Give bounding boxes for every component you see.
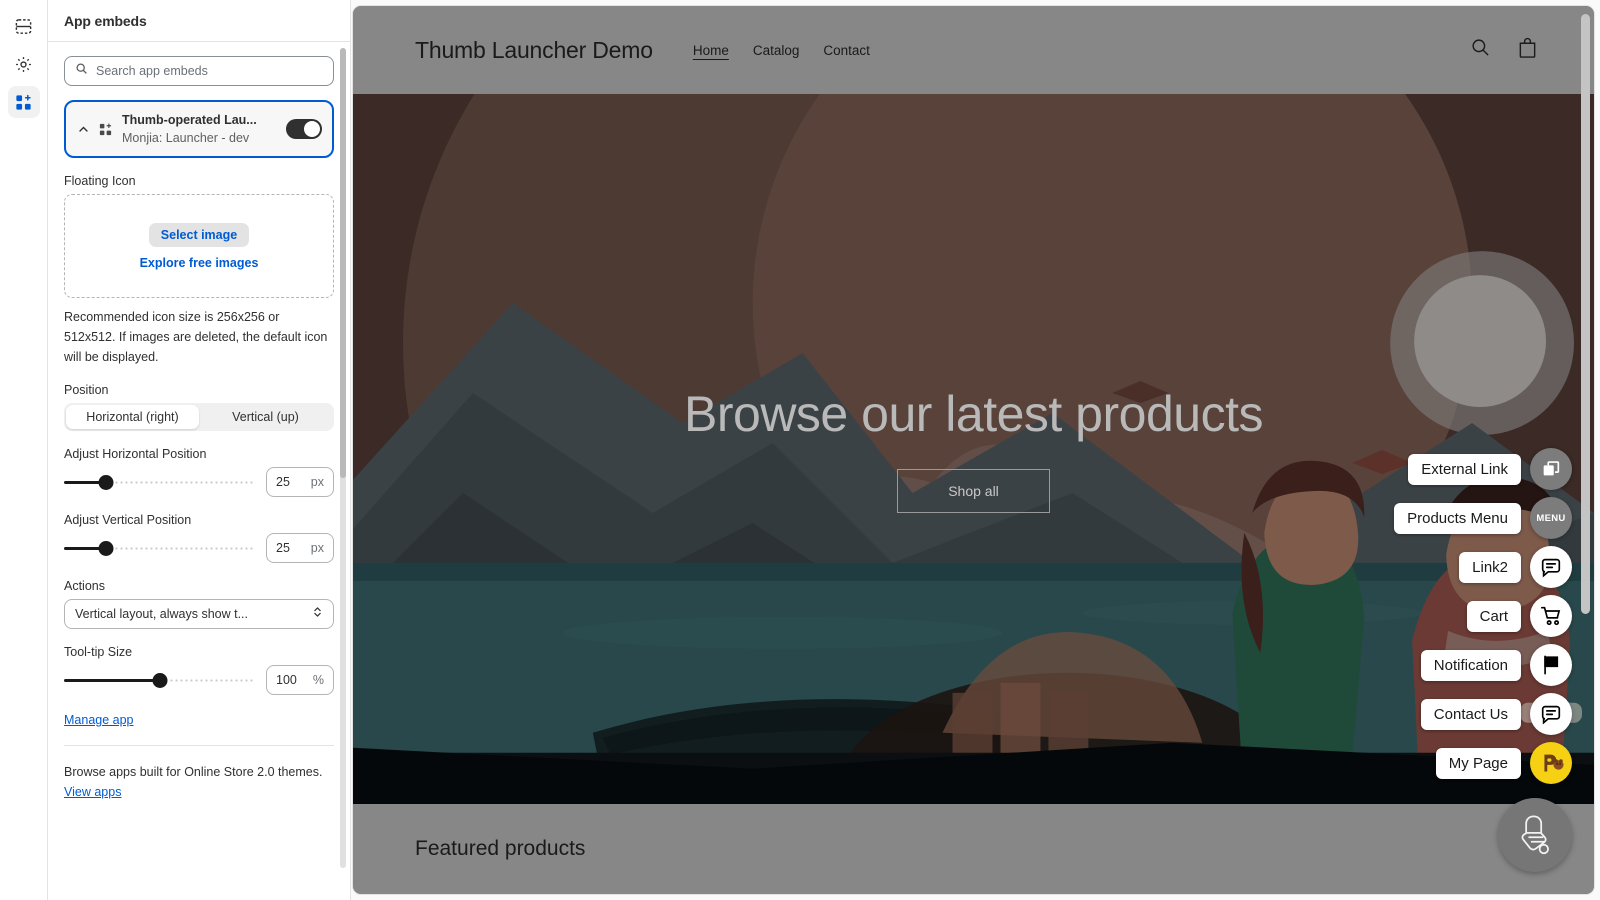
launcher-item-external-link[interactable]: External Link bbox=[1408, 448, 1572, 490]
sidebar-scrollbar[interactable] bbox=[340, 48, 346, 868]
toggle-knob bbox=[304, 121, 320, 137]
menu-icon-label: MENU bbox=[1536, 512, 1566, 524]
value-text: 25 bbox=[276, 541, 290, 555]
shopping-cart-icon[interactable] bbox=[1530, 595, 1572, 637]
launcher-item-products-menu[interactable]: Products Menu MENU bbox=[1394, 497, 1572, 539]
brand-avatar-icon[interactable] bbox=[1530, 742, 1572, 784]
app-embed-card[interactable]: Thumb-operated Lau... Monjia: Launcher -… bbox=[64, 100, 334, 158]
position-option-vertical[interactable]: Vertical (up) bbox=[199, 405, 332, 429]
chat-bubble-icon[interactable] bbox=[1530, 546, 1572, 588]
shop-all-button[interactable]: Shop all bbox=[897, 469, 1050, 513]
tooltip-size-slider[interactable] bbox=[64, 670, 255, 690]
sidebar-item-theme-settings[interactable] bbox=[8, 48, 40, 80]
vertical-position-label: Adjust Vertical Position bbox=[64, 513, 192, 527]
chevron-up-icon[interactable] bbox=[76, 124, 90, 135]
floating-icon-dropzone[interactable]: Select image Explore free images bbox=[64, 194, 334, 298]
search-input[interactable] bbox=[96, 64, 323, 78]
editor-icon-rail bbox=[0, 0, 48, 900]
slider-thumb[interactable] bbox=[98, 474, 114, 490]
launcher-tooltip: Cart bbox=[1466, 600, 1521, 632]
browse-apps-text: Browse apps built for Online Store 2.0 t… bbox=[64, 765, 323, 779]
shopping-bag-icon[interactable] bbox=[1517, 37, 1538, 64]
slider-thumb[interactable] bbox=[98, 540, 114, 556]
launcher-tooltip: My Page bbox=[1435, 747, 1521, 779]
actions-label: Actions bbox=[64, 579, 105, 593]
launcher-item-cart[interactable]: Cart bbox=[1466, 595, 1572, 637]
chevron-updown-icon bbox=[312, 605, 323, 624]
horizontal-position-value[interactable]: 25 px bbox=[266, 467, 334, 497]
tooltip-size-value[interactable]: 100 % bbox=[266, 665, 334, 695]
store-preview-area: Thumb Launcher Demo Home Catalog Contact bbox=[351, 0, 1600, 900]
app-blocks-icon bbox=[98, 122, 114, 137]
app-embeds-sidebar: App embeds Search app embeds Thumb-opera… bbox=[48, 0, 351, 900]
preview-scrollbar[interactable] bbox=[1581, 14, 1590, 886]
sidebar-scroll-region: Thumb-operated Lau... Monjia: Launcher -… bbox=[48, 42, 350, 900]
search-app-embeds[interactable] bbox=[64, 56, 334, 86]
launcher-tooltip: Contact Us bbox=[1420, 698, 1521, 730]
sidebar-scrollbar-thumb[interactable] bbox=[340, 48, 346, 478]
theme-editor-window: App embeds Search app embeds Thumb-opera… bbox=[0, 0, 1600, 900]
launcher-tooltip: Link2 bbox=[1459, 551, 1521, 583]
nav-item-contact[interactable]: Contact bbox=[823, 43, 870, 58]
menu-text-icon[interactable]: MENU bbox=[1530, 497, 1572, 539]
launcher-item-contact-us[interactable]: Contact Us bbox=[1420, 693, 1572, 735]
slider-thumb[interactable] bbox=[152, 672, 167, 688]
launcher-item-link2[interactable]: Link2 bbox=[1459, 546, 1572, 588]
app-embed-name: Thumb-operated Lau... bbox=[122, 113, 257, 127]
sidebar-item-sections[interactable] bbox=[8, 10, 40, 42]
chat-bubble-icon[interactable] bbox=[1530, 693, 1572, 735]
store-header: Thumb Launcher Demo Home Catalog Contact bbox=[353, 6, 1594, 94]
launcher-item-my-page[interactable]: My Page bbox=[1435, 742, 1572, 784]
horizontal-position-label: Adjust Horizontal Position bbox=[64, 447, 207, 461]
position-label: Position bbox=[64, 383, 109, 397]
sidebar-item-app-embeds[interactable] bbox=[7, 86, 40, 118]
search-icon[interactable] bbox=[1470, 37, 1491, 63]
slider-fill bbox=[64, 678, 160, 682]
featured-products-title: Featured products bbox=[415, 837, 586, 860]
hero-title: Browse our latest products bbox=[684, 386, 1263, 442]
app-embed-toggle[interactable] bbox=[286, 119, 322, 139]
explore-free-images-link[interactable]: Explore free images bbox=[140, 256, 259, 270]
floating-launcher: External Link Products Menu MENU Link2 C… bbox=[1394, 448, 1572, 872]
launcher-tooltip: External Link bbox=[1408, 453, 1521, 485]
position-option-horizontal[interactable]: Horizontal (right) bbox=[66, 405, 199, 429]
store-nav: Home Catalog Contact bbox=[693, 43, 870, 58]
browse-apps-note: Browse apps built for Online Store 2.0 t… bbox=[48, 746, 350, 802]
unit-text: px bbox=[310, 541, 324, 555]
vertical-position-value[interactable]: 25 px bbox=[266, 533, 334, 563]
store-header-actions bbox=[1470, 37, 1538, 64]
app-embed-vendor: Monjia: Launcher - dev bbox=[122, 131, 250, 145]
launcher-tooltip: Notification bbox=[1420, 649, 1521, 681]
external-window-icon[interactable] bbox=[1530, 448, 1572, 490]
horizontal-position-slider[interactable] bbox=[64, 472, 255, 492]
tooltip-size-label: Tool-tip Size bbox=[64, 645, 133, 659]
actions-select[interactable]: Vertical layout, always show t... bbox=[64, 599, 334, 629]
view-apps-link[interactable]: View apps bbox=[64, 785, 121, 799]
store-preview-frame: Thumb Launcher Demo Home Catalog Contact bbox=[353, 6, 1594, 894]
launcher-tooltip: Products Menu bbox=[1394, 502, 1521, 534]
value-text: 100 bbox=[276, 673, 297, 687]
launcher-fab-thumb-hand-icon[interactable] bbox=[1498, 798, 1572, 872]
sidebar-header: App embeds bbox=[48, 0, 350, 42]
floating-icon-label: Floating Icon bbox=[64, 174, 136, 188]
vertical-position-slider[interactable] bbox=[64, 538, 255, 558]
store-logo[interactable]: Thumb Launcher Demo bbox=[415, 37, 653, 64]
floating-icon-help: Recommended icon size is 256x256 or 512x… bbox=[64, 310, 328, 364]
nav-item-catalog[interactable]: Catalog bbox=[753, 43, 800, 58]
unit-text: % bbox=[312, 673, 324, 687]
preview-scrollbar-thumb[interactable] bbox=[1581, 14, 1590, 614]
unit-text: px bbox=[310, 475, 324, 489]
search-icon bbox=[75, 62, 88, 80]
flag-icon[interactable] bbox=[1530, 644, 1572, 686]
actions-selected-value: Vertical layout, always show t... bbox=[75, 607, 248, 621]
nav-item-home[interactable]: Home bbox=[693, 43, 729, 58]
manage-app-link[interactable]: Manage app bbox=[64, 713, 134, 727]
page-title: App embeds bbox=[64, 12, 147, 29]
position-segmented-control: Horizontal (right) Vertical (up) bbox=[64, 403, 334, 431]
launcher-item-notification[interactable]: Notification bbox=[1420, 644, 1572, 686]
select-image-button[interactable]: Select image bbox=[148, 222, 250, 247]
value-text: 25 bbox=[276, 475, 290, 489]
